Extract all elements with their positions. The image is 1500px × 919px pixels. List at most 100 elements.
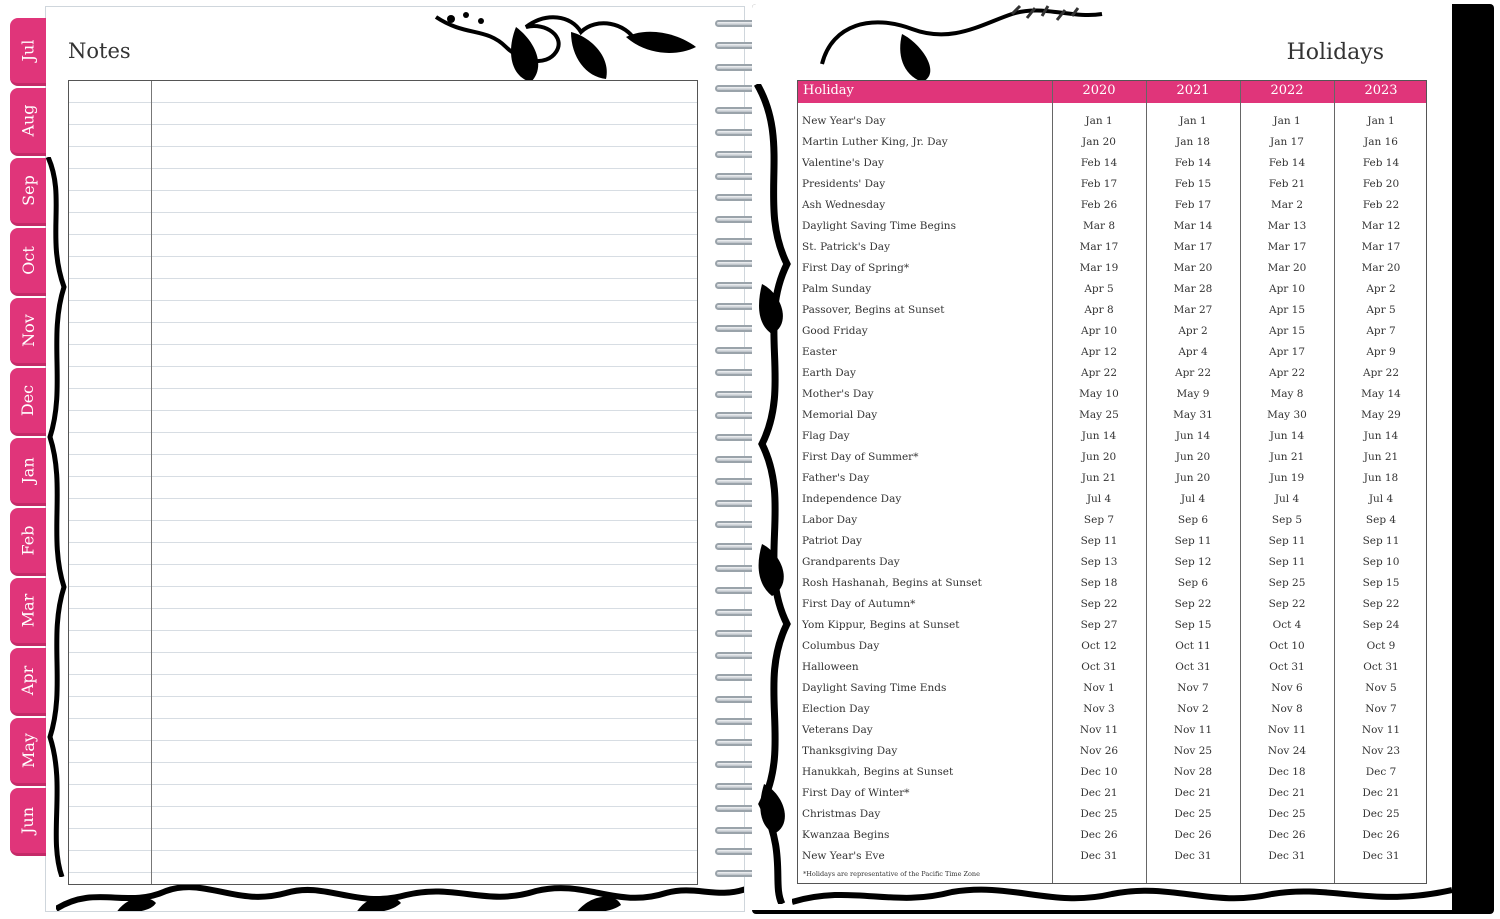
holiday-date: Dec 25 (1080, 808, 1118, 820)
holiday-name: Kwanzaa Begins (802, 829, 890, 841)
holiday-date: Mar 12 (1361, 220, 1401, 232)
table-row: Father's Day Jun 21 Jun 20 Jun 19 Jun 18 (798, 468, 1426, 489)
floral-decoration-top (434, 12, 696, 82)
holiday-name: Flag Day (802, 430, 850, 442)
holiday-date: Nov 26 (1079, 745, 1119, 757)
holiday-name: Thanksgiving Day (802, 745, 898, 757)
holiday-name: Patriot Day (802, 535, 862, 547)
holiday-date: Apr 10 (1080, 325, 1118, 337)
holiday-date: Mar 28 (1173, 283, 1213, 295)
tab-dec[interactable]: Dec (10, 368, 46, 436)
holiday-name: Daylight Saving Time Begins (802, 220, 956, 232)
holiday-date: Jun 18 (1363, 472, 1399, 484)
holiday-date: Feb 22 (1362, 199, 1400, 211)
holiday-name: Yom Kippur, Begins at Sunset (802, 619, 960, 631)
table-row: Martin Luther King, Jr. Day Jan 20 Jan 18 J… (798, 132, 1426, 153)
holiday-date: Dec 26 (1362, 829, 1400, 841)
holidays-footnote: *Holidays are representative of the Paci… (803, 870, 980, 878)
holiday-date: Sep 11 (1268, 556, 1306, 568)
header-holiday: Holiday (803, 83, 854, 98)
tab-oct[interactable]: Oct (10, 228, 46, 296)
table-row: Election Day Nov 3 Nov 2 Nov 8 Nov 7 (798, 699, 1426, 720)
holiday-date: Oct 11 (1175, 640, 1211, 652)
holiday-date: Apr 7 (1366, 325, 1396, 337)
holiday-name: Valentine's Day (802, 157, 884, 169)
holiday-date: Sep 4 (1365, 514, 1397, 526)
holiday-date: Feb 14 (1080, 157, 1118, 169)
holiday-date: Oct 12 (1081, 640, 1117, 652)
holiday-date: May 9 (1176, 388, 1210, 400)
holiday-date: Sep 7 (1083, 514, 1115, 526)
holiday-date: Feb 17 (1080, 178, 1118, 190)
holiday-date: Jan 1 (1273, 115, 1301, 127)
holiday-name: Grandparents Day (802, 556, 900, 568)
holiday-date: Sep 11 (1268, 535, 1306, 547)
floral-decoration-top-right (820, 4, 1103, 82)
tab-nov[interactable]: Nov (10, 298, 46, 366)
notes-title: Notes (68, 39, 131, 63)
tab-feb[interactable]: Feb (10, 508, 46, 576)
holiday-date: Oct 4 (1272, 619, 1302, 631)
holiday-date: Dec 25 (1268, 808, 1306, 820)
holiday-date: Oct 10 (1269, 640, 1305, 652)
holiday-date: Nov 8 (1271, 703, 1303, 715)
tab-label: Nov (18, 314, 38, 347)
table-row: Earth Day Apr 22 Apr 22 Apr 22 Apr 22 (798, 363, 1426, 384)
notes-writing-area[interactable] (68, 80, 698, 885)
tab-aug[interactable]: Aug (10, 88, 46, 156)
holiday-date: Dec 18 (1268, 766, 1306, 778)
holiday-date: Apr 22 (1362, 367, 1400, 379)
table-row: Rosh Hashanah, Begins at Sunset Sep 18 Sep… (798, 573, 1426, 594)
floral-decoration-side (753, 84, 791, 904)
holiday-date: Sep 15 (1174, 619, 1212, 631)
tab-label: Feb (18, 525, 38, 556)
holiday-name: First Day of Autumn* (802, 598, 916, 610)
holiday-date: Apr 15 (1268, 304, 1306, 316)
tab-label: Oct (18, 246, 38, 275)
holiday-date: Apr 2 (1178, 325, 1208, 337)
tab-label: Mar (18, 593, 38, 628)
holiday-date: Sep 6 (1177, 514, 1209, 526)
holiday-name: Labor Day (802, 514, 858, 526)
holiday-date: Jul 4 (1274, 493, 1300, 505)
tab-jan[interactable]: Jan (10, 438, 46, 506)
holiday-name: New Year's Day (802, 115, 886, 127)
table-row: Kwanzaa Begins Dec 26 Dec 26 Dec 26 Dec 26 (798, 825, 1426, 846)
holiday-date: Jan 18 (1176, 136, 1210, 148)
holiday-date: Jun 20 (1175, 451, 1211, 463)
holiday-date: Nov 3 (1083, 703, 1115, 715)
holiday-date: Jun 20 (1081, 451, 1117, 463)
tab-label: May (18, 733, 38, 768)
table-row: Mother's Day May 10 May 9 May 8 May 14 (798, 384, 1426, 405)
holiday-date: Nov 2 (1177, 703, 1209, 715)
tab-mar[interactable]: Mar (10, 578, 46, 646)
holidays-title: Holidays (1286, 40, 1384, 65)
holiday-date: Mar 27 (1173, 304, 1213, 316)
table-row: First Day of Winter* Dec 21 Dec 21 Dec 21 De… (798, 783, 1426, 804)
header-2023: 2023 (1364, 83, 1398, 98)
holidays-page: Holidays Holiday 2020 2021 2022 2023 *Ho… (752, 4, 1452, 910)
tab-jun[interactable]: Jun (10, 788, 46, 856)
holiday-date: Feb 14 (1174, 157, 1212, 169)
table-row: Memorial Day May 25 May 31 May 30 May 29 (798, 405, 1426, 426)
tab-sep[interactable]: Sep (10, 158, 46, 226)
holiday-date: Jun 20 (1175, 472, 1211, 484)
holiday-date: Apr 8 (1084, 304, 1114, 316)
holiday-date: Dec 31 (1080, 850, 1118, 862)
table-row: Hanukkah, Begins at Sunset Dec 10 Nov 28 De… (798, 762, 1426, 783)
holiday-name: Memorial Day (802, 409, 878, 421)
tab-apr[interactable]: Apr (10, 648, 46, 716)
table-row: Patriot Day Sep 11 Sep 11 Sep 11 Sep 11 (798, 531, 1426, 552)
table-row: First Day of Summer* Jun 20 Jun 20 Jun 21 Ju… (798, 447, 1426, 468)
table-row: Daylight Saving Time Ends Nov 1 Nov 7 Nov 6… (798, 678, 1426, 699)
table-row: Labor Day Sep 7 Sep 6 Sep 5 Sep 4 (798, 510, 1426, 531)
holiday-date: Jun 21 (1081, 472, 1117, 484)
holiday-date: Nov 24 (1267, 745, 1307, 757)
holidays-page-cover: Holidays Holiday 2020 2021 2022 2023 *Ho… (752, 4, 1494, 914)
holiday-date: Feb 20 (1362, 178, 1400, 190)
holiday-date: Jul 4 (1180, 493, 1206, 505)
holiday-date: Mar 19 (1079, 262, 1119, 274)
holiday-date: Jun 19 (1269, 472, 1305, 484)
tab-jul[interactable]: Jul (10, 18, 46, 86)
tab-may[interactable]: May (10, 718, 46, 786)
